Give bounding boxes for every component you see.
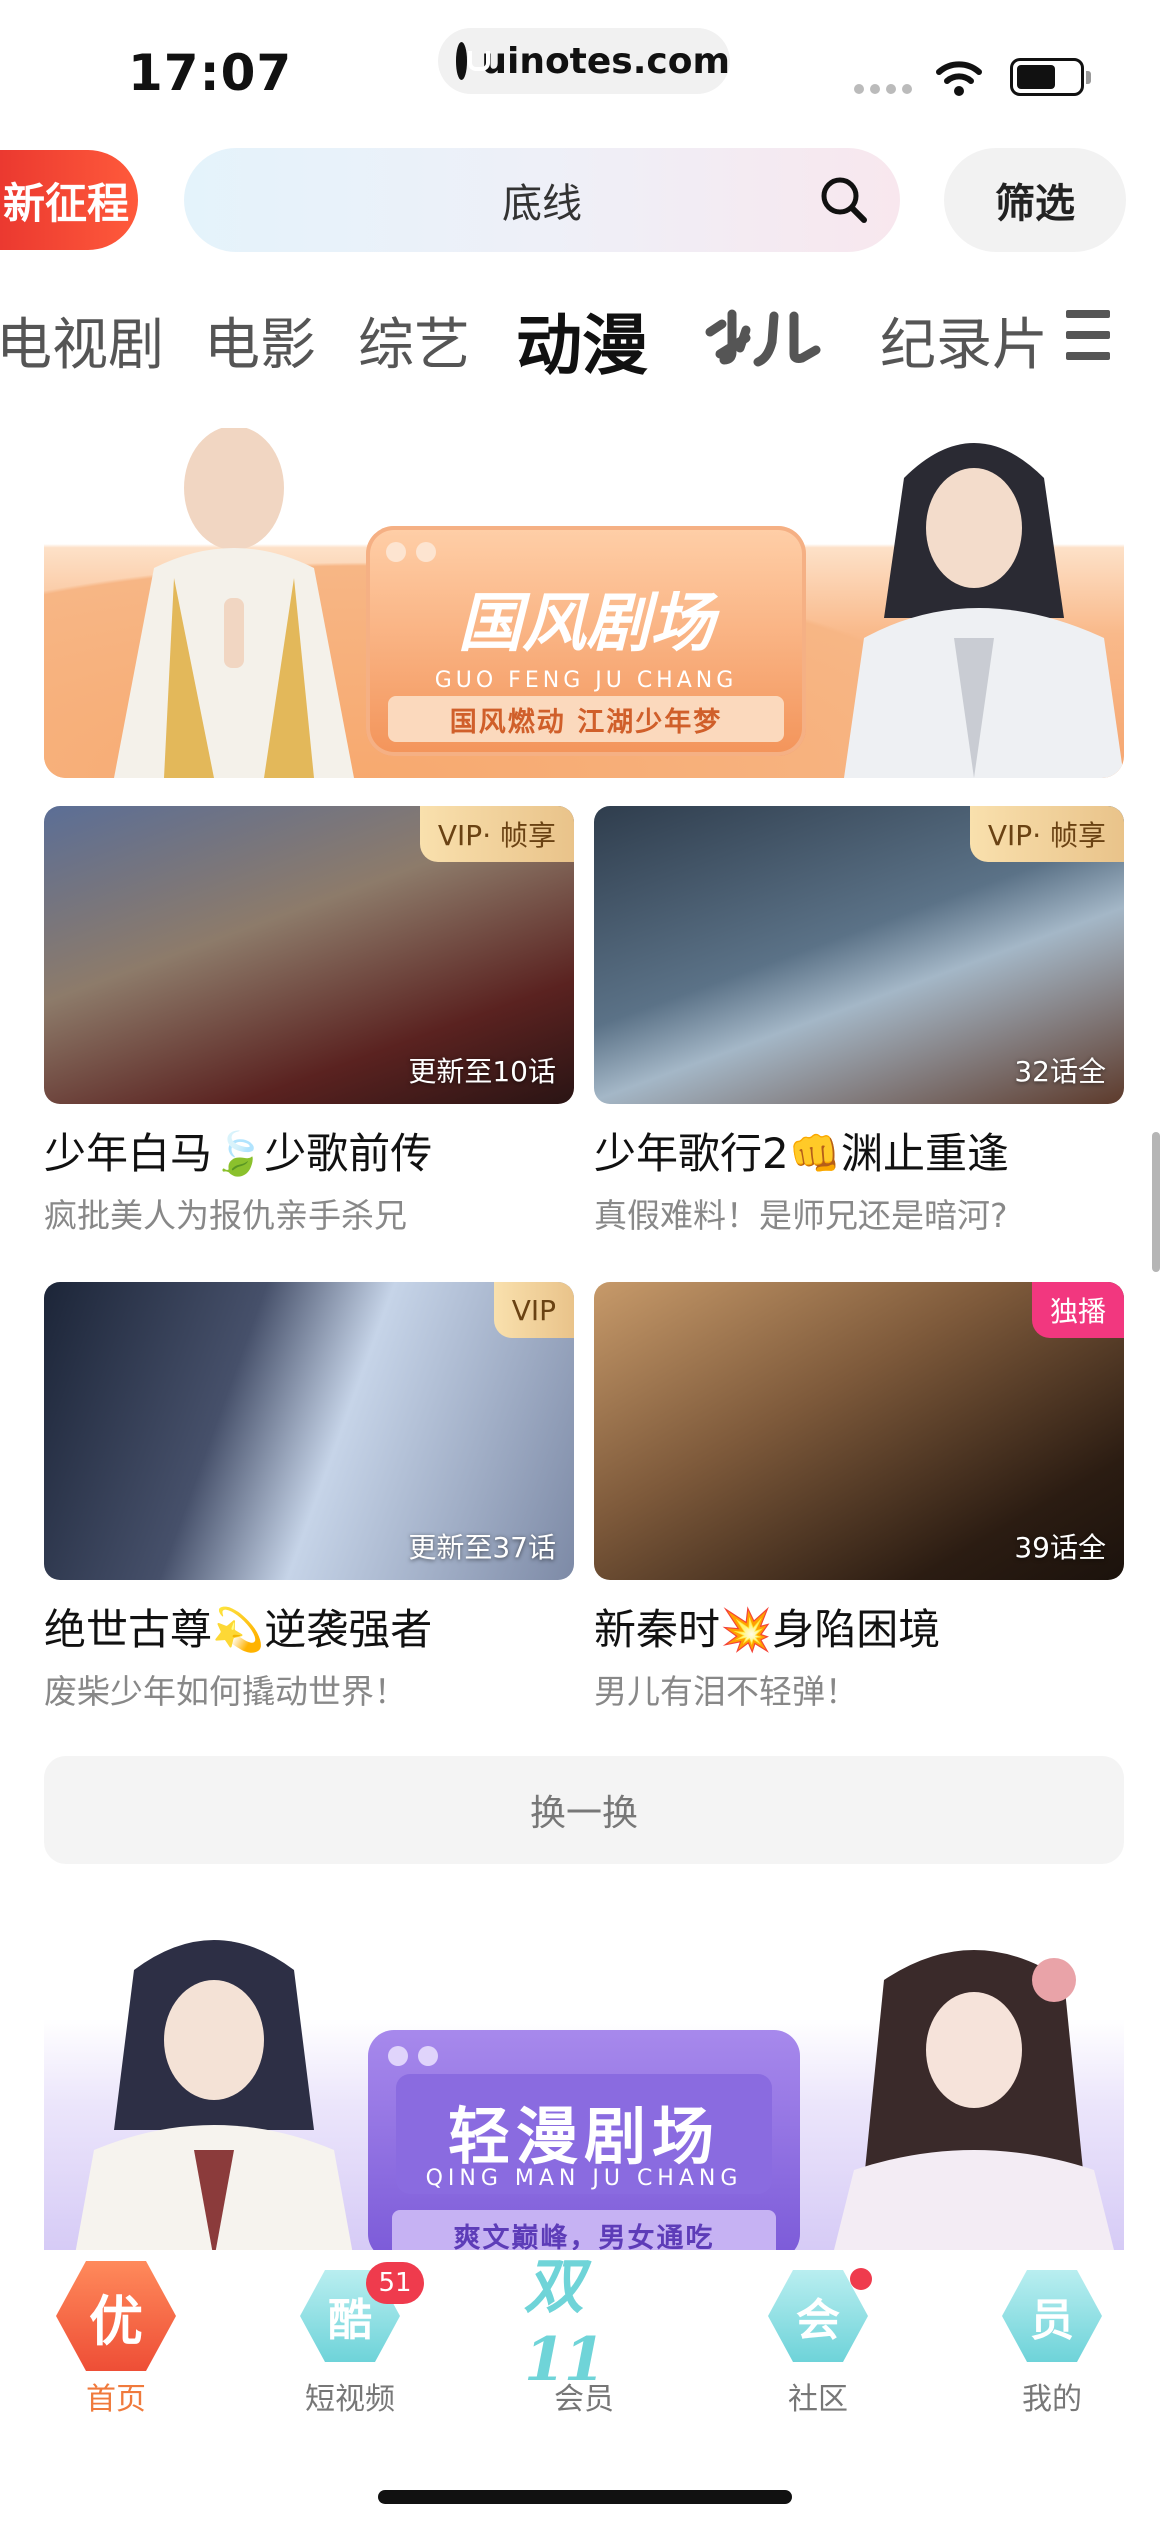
status-time: 17:07 — [128, 44, 293, 102]
scrollbar[interactable] — [1152, 1132, 1160, 1272]
video-card[interactable]: 独播 39话全 新秦时💥身陷困境 男儿有泪不轻弹！ — [594, 1282, 1124, 1713]
guofeng-title-card: 国风剧场 GUO FENG JU CHANG 国风燃动 江湖少年梦 — [366, 526, 806, 756]
guofeng-slogan: 国风燃动 江湖少年梦 — [388, 696, 784, 742]
search-input[interactable]: 底线 — [184, 148, 900, 252]
nav-profile[interactable]: 员 我的 — [972, 2264, 1132, 2418]
tab-tv[interactable]: 电视剧 — [0, 300, 164, 381]
video-title[interactable]: 少年歌行2👊渊止重逢 — [594, 1120, 1124, 1181]
episode-count: 更新至10话 — [408, 1055, 556, 1088]
nav-label: 社区 — [788, 2382, 848, 2417]
video-thumbnail[interactable]: VIP· 帧享 更新至10话 — [44, 806, 574, 1104]
url-pill[interactable]: uinotes.com — [438, 28, 730, 94]
guofeng-title: 国风剧场 — [458, 586, 714, 661]
swordsman-character-illustration — [844, 443, 1124, 778]
tab-movie[interactable]: 电影 — [204, 300, 316, 381]
tab-anime[interactable]: 动漫 — [516, 292, 648, 388]
cellular-signal-icon — [854, 84, 912, 94]
promo-tag[interactable]: 新征程 — [0, 150, 138, 250]
exclusive-badge: 独播 — [1031, 1282, 1124, 1338]
home-indicator[interactable] — [378, 2490, 792, 2504]
nav-home[interactable]: 优 首页 — [36, 2261, 196, 2418]
video-subtitle: 废柴少年如何撬动世界！ — [44, 1672, 407, 1711]
site-icon — [456, 42, 492, 80]
video-subtitle: 真假难料！是师兄还是暗河? — [594, 1196, 1008, 1235]
monk-character-illustration — [114, 428, 354, 778]
tab-documentary[interactable]: 纪录片 — [880, 300, 1048, 381]
qingman-title: 轻漫剧场 — [447, 2100, 720, 2173]
notification-badge: 51 — [366, 2262, 424, 2304]
scholar-character-illustration — [75, 1940, 353, 2250]
episode-count: 更新至37话 — [408, 1531, 556, 1564]
episode-count: 39话全 — [1014, 1531, 1106, 1564]
search-icon[interactable] — [818, 174, 870, 226]
refresh-button[interactable]: 换一换 — [44, 1756, 1124, 1864]
url-text: uinotes.com — [481, 40, 730, 82]
video-title[interactable]: 少年白马🍃少歌前传 — [44, 1120, 574, 1181]
video-subtitle: 疯批美人为报仇亲手杀兄 — [44, 1196, 407, 1235]
qingman-banner[interactable]: 轻漫剧场 QING MAN JU CHANG 爽文巅峰，男女通吃 — [44, 1920, 1124, 2250]
video-thumbnail[interactable]: VIP 更新至37话 — [44, 1282, 574, 1580]
episode-count: 32话全 — [1014, 1055, 1106, 1088]
nav-short-video[interactable]: 酷 51 短视频 — [270, 2262, 430, 2418]
double11-icon: 双11 — [524, 2251, 606, 2395]
home-icon: 优 — [56, 2261, 176, 2371]
battery-icon — [1010, 58, 1091, 96]
tab-kids[interactable]: 少儿 — [702, 302, 826, 372]
video-card[interactable]: VIP· 帧享 32话全 少年歌行2👊渊止重逢 真假难料！是师兄还是暗河? — [594, 806, 1124, 1237]
vip-badge: VIP — [493, 1282, 574, 1338]
nav-label: 短视频 — [305, 2382, 395, 2417]
video-subtitle: 男儿有泪不轻弹！ — [594, 1672, 858, 1711]
video-card[interactable]: VIP 更新至37话 绝世古尊💫逆袭强者 废柴少年如何撬动世界！ — [44, 1282, 574, 1713]
tab-variety[interactable]: 综艺 — [358, 300, 470, 381]
nav-label: 我的 — [1022, 2382, 1082, 2417]
filter-button[interactable]: 筛选 — [944, 148, 1126, 252]
qingman-title-card: 轻漫剧场 QING MAN JU CHANG 爽文巅峰，男女通吃 — [368, 2030, 800, 2250]
vip-badge: VIP· 帧享 — [969, 806, 1124, 862]
video-thumbnail[interactable]: 独播 39话全 — [594, 1282, 1124, 1580]
video-card[interactable]: VIP· 帧享 更新至10话 少年白马🍃少歌前传 疯批美人为报仇亲手杀兄 — [44, 806, 574, 1237]
wifi-icon — [936, 61, 982, 96]
status-bar: 17:07 uinotes.com — [0, 0, 1170, 130]
nav-membership[interactable]: 双11 会员 — [504, 2252, 664, 2418]
nav-community[interactable]: 会 社区 — [738, 2264, 898, 2418]
nav-label: 首页 — [86, 2382, 146, 2417]
category-tabs: 电视剧 电影 综艺 动漫 少儿 纪录片 — [0, 280, 1170, 390]
heroine-character-illustration — [834, 1950, 1114, 2250]
video-thumbnail[interactable]: VIP· 帧享 32话全 — [594, 806, 1124, 1104]
guofeng-pinyin: GUO FENG JU CHANG — [434, 668, 738, 693]
qingman-pinyin: QING MAN JU CHANG — [425, 2166, 743, 2191]
search-query: 底线 — [502, 181, 582, 227]
profile-icon: 员 — [1002, 2270, 1102, 2362]
video-title[interactable]: 绝世古尊💫逆袭强者 — [44, 1596, 574, 1657]
video-title[interactable]: 新秦时💥身陷困境 — [594, 1596, 1124, 1657]
notification-dot — [850, 2268, 872, 2290]
guofeng-banner[interactable]: 国风剧场 GUO FENG JU CHANG 国风燃动 江湖少年梦 — [44, 418, 1124, 778]
menu-icon[interactable] — [1066, 310, 1110, 360]
vip-badge: VIP· 帧享 — [419, 806, 574, 862]
